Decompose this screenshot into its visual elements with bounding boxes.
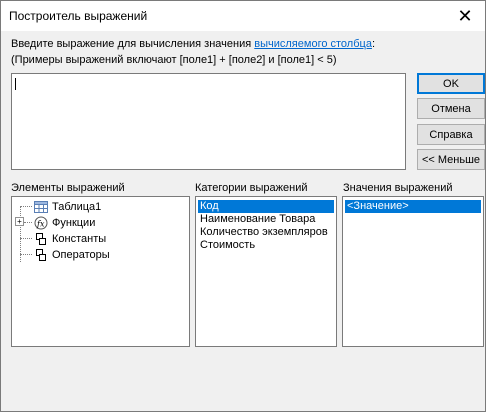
operators-icon (36, 249, 46, 261)
close-button[interactable]: ✕ (445, 1, 485, 31)
table-icon (34, 201, 48, 213)
function-icon: fx (34, 216, 48, 230)
tree-connector-line (20, 238, 32, 239)
svg-text:fx: fx (36, 220, 45, 229)
category-item[interactable]: Количество экземпляров (198, 226, 330, 239)
title-bar: Построитель выражений ✕ (1, 1, 485, 31)
category-item-selected[interactable]: Код (198, 200, 334, 213)
instruction-suffix: : (371, 38, 375, 50)
less-button[interactable]: << Меньше (417, 149, 485, 170)
dialog-title: Построитель выражений (9, 9, 148, 23)
tree-item-label: Операторы (52, 249, 110, 261)
constants-icon (36, 233, 46, 245)
tree-connector-line (20, 254, 32, 255)
category-item[interactable]: Наименование Товара (198, 213, 317, 226)
expression-categories-list[interactable]: Код Наименование Товара Количество экзем… (195, 196, 337, 347)
expression-categories-label: Категории выражений (195, 182, 308, 194)
tree-item-functions[interactable]: fx Функции (34, 215, 95, 231)
expression-input[interactable] (11, 73, 406, 170)
expression-builder-dialog: Построитель выражений ✕ Введите выражени… (0, 0, 486, 412)
instruction-line-2: (Примеры выражений включают [поле1] + [п… (11, 54, 337, 66)
expression-elements-label: Элементы выражений (11, 182, 125, 194)
expand-toggle-icon[interactable]: + (15, 217, 24, 226)
tree-item-operators[interactable]: Операторы (34, 247, 110, 263)
expression-values-list[interactable]: <Значение> (342, 196, 484, 347)
instruction-line-1: Введите выражение для вычисления значени… (11, 38, 375, 50)
help-button[interactable]: Справка (417, 124, 485, 145)
category-item[interactable]: Стоимость (198, 239, 257, 252)
tree-connector-line (20, 206, 32, 207)
tree-connector-line (24, 222, 32, 223)
tree-item-constants[interactable]: Константы (34, 231, 106, 247)
value-item-selected[interactable]: <Значение> (345, 200, 481, 213)
tree-item-label: Функции (52, 217, 96, 229)
cancel-button[interactable]: Отмена (417, 98, 485, 119)
close-icon: ✕ (457, 5, 473, 26)
tree-item-table[interactable]: Таблица1 (34, 199, 101, 215)
calculated-column-link[interactable]: вычисляемого столбца (254, 38, 372, 50)
tree-item-label: Константы (52, 233, 107, 245)
expression-values-label: Значения выражений (343, 182, 453, 194)
ok-button[interactable]: OK (417, 73, 485, 94)
tree-item-label: Таблица1 (52, 201, 102, 213)
text-caret (15, 78, 16, 90)
expression-elements-tree[interactable]: + Таблица1 fx Функции Константы Оператор… (11, 196, 190, 347)
instruction-prefix: Введите выражение для вычисления значени… (11, 38, 255, 50)
